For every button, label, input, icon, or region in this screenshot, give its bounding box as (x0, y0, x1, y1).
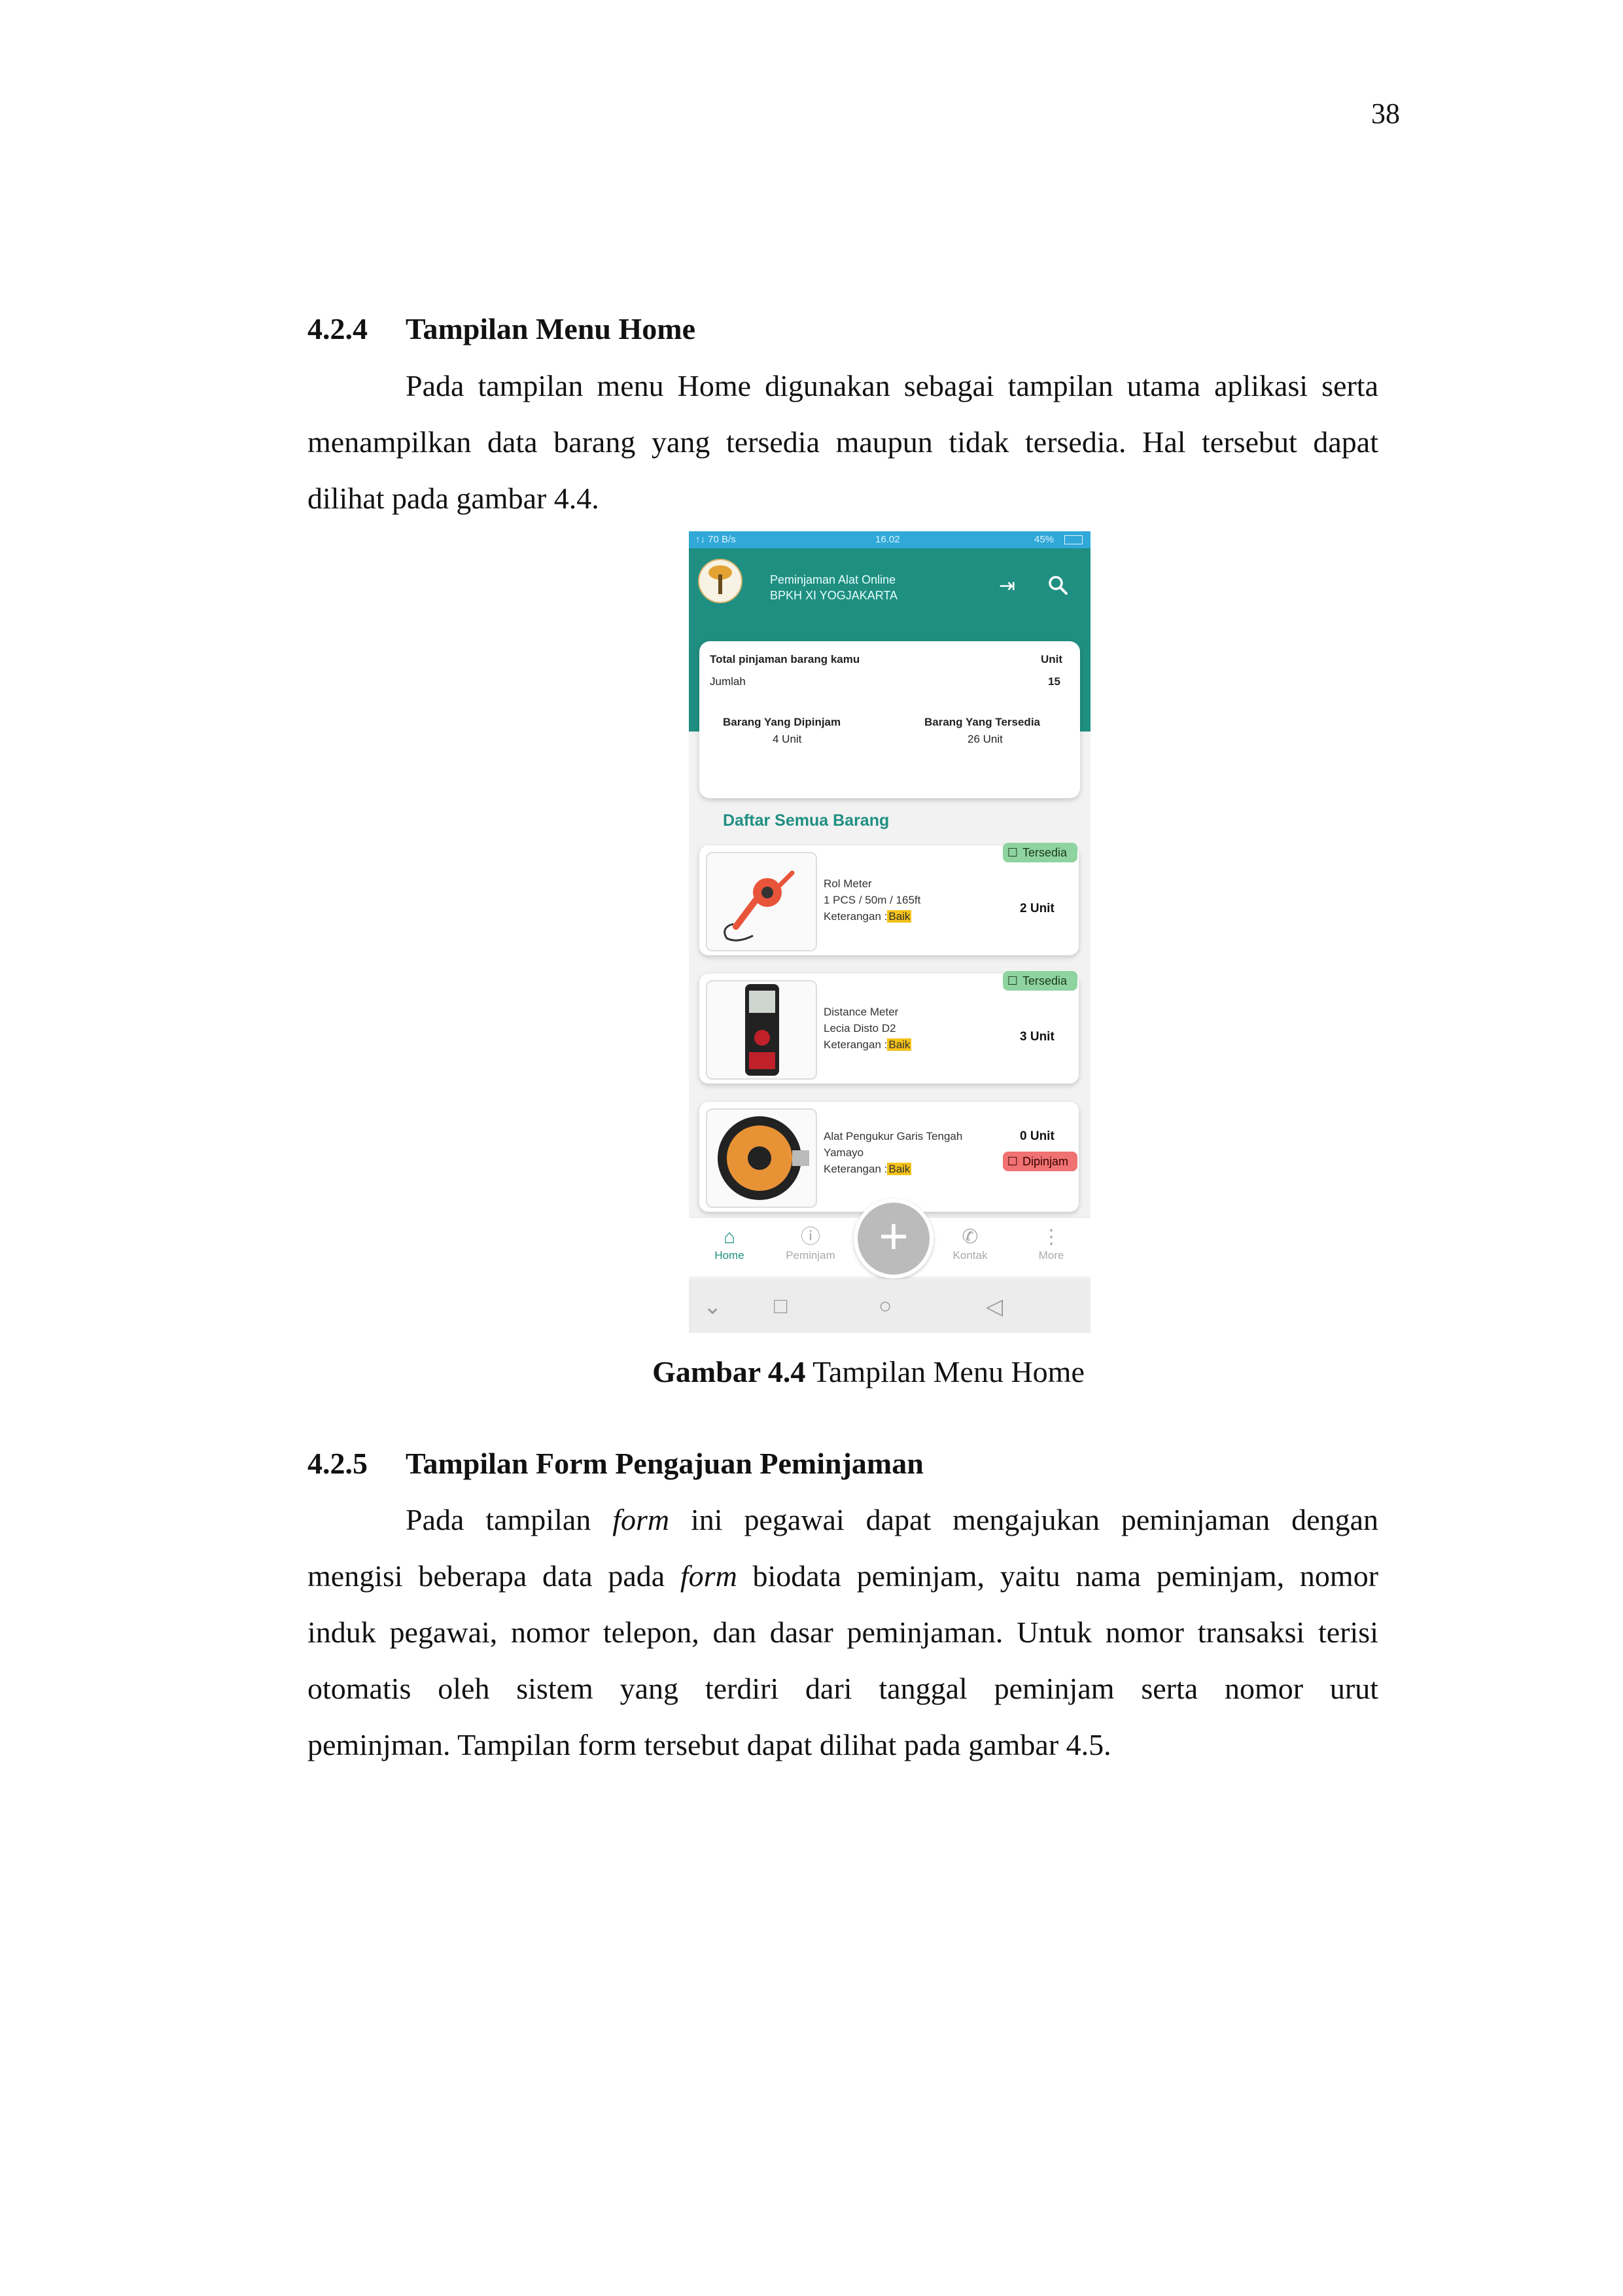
add-button[interactable]: + (854, 1199, 934, 1279)
item-quantity: 3 Unit (1020, 1030, 1055, 1044)
item-quantity: 2 Unit (1020, 902, 1055, 915)
paragraph-line: menampilkan data barang yang tersedia ma… (307, 425, 1378, 459)
bookmark-icon: ☐ (1007, 846, 1019, 859)
section-heading-4-2-4: 4.2.4 Tampilan Menu Home (307, 311, 695, 346)
item-list-title: Daftar Semua Barang (723, 811, 890, 830)
more-icon: ⋮ (1041, 1226, 1061, 1248)
home-icon: ⌂ (723, 1226, 736, 1248)
condition-value: Baik (887, 1163, 912, 1175)
clock: 16.02 (875, 534, 900, 545)
item-card[interactable]: Rol Meter 1 PCS / 50m / 165ft Keterangan… (699, 843, 1079, 955)
nav-label: More (1038, 1249, 1064, 1262)
item-name: Rol Meter (824, 877, 872, 890)
paragraph-line: otomatis oleh sistem yang terdiri dari t… (307, 1672, 1378, 1705)
item-spec: Yamayo (824, 1146, 864, 1159)
item-info: Rol Meter 1 PCS / 50m / 165ft Keterangan… (824, 875, 920, 925)
section-title: Tampilan Menu Home (406, 312, 696, 345)
phone-icon: ✆ (962, 1226, 979, 1248)
nav-more[interactable]: ⋮ More (1019, 1226, 1084, 1262)
status-bar: ↑↓ 70 B/s 16.02 45% (689, 531, 1091, 548)
nav-label: Home (714, 1249, 744, 1262)
caption-label: Gambar 4.4 (652, 1355, 806, 1388)
keterangan-label: Keterangan : (824, 1038, 888, 1051)
chevron-down-icon[interactable]: ⌄ (703, 1294, 722, 1320)
paragraph-4-2-4: Pada tampilan menu Home digunakan sebaga… (307, 358, 1378, 527)
paragraph-line: peminjman. Tampilan form tersebut dapat … (307, 1728, 1111, 1761)
dipinjam-label: Barang Yang Dipinjam (723, 716, 841, 728)
section-title: Tampilan Form Pengajuan Peminjaman (406, 1447, 924, 1480)
status-badge: ☐ Tersedia (1003, 971, 1077, 991)
item-image-distance-meter (706, 980, 817, 1080)
app-title-block: Peminjaman Alat Online BPKH XI YOGJAKART… (770, 572, 898, 603)
paragraph-line: mengisi beberapa data pada form biodata … (307, 1559, 1379, 1593)
condition-value: Baik (887, 910, 912, 923)
info-icon: ⓘ (801, 1226, 820, 1248)
paragraph-4-2-5: Pada tampilan form ini pegawai dapat men… (307, 1492, 1378, 1773)
item-quantity: 0 Unit (1020, 1129, 1055, 1143)
item-info: Alat Pengukur Garis Tengah Yamayo Ketera… (824, 1128, 962, 1177)
battery-level: 45% (1034, 534, 1055, 545)
tersedia-value: 26 Unit (968, 733, 1003, 745)
recents-icon[interactable]: □ (774, 1294, 788, 1319)
item-spec: Lecia Disto D2 (824, 1022, 896, 1034)
item-name: Alat Pengukur Garis Tengah (824, 1130, 963, 1142)
condition-value: Baik (887, 1038, 912, 1051)
nav-peminjam[interactable]: ⓘ Peminjam (778, 1226, 843, 1262)
status-badge: ☐ Tersedia (1003, 843, 1077, 862)
logout-icon[interactable]: ⇥ (999, 574, 1015, 597)
search-icon[interactable] (1047, 574, 1068, 601)
jumlah-value: 15 (1048, 675, 1060, 688)
item-condition: Keterangan : Baik (824, 1036, 912, 1053)
jumlah-label: Jumlah (710, 675, 746, 688)
unit-label: Unit (1041, 653, 1063, 665)
keterangan-label: Keterangan : (824, 1163, 888, 1175)
network-speed: ↑↓ 70 B/s (695, 534, 736, 545)
bookmark-icon: ☐ (1007, 974, 1019, 987)
paragraph-line: dilihat pada gambar 4.4. (307, 482, 599, 515)
section-number: 4.2.4 (307, 312, 368, 345)
item-image-diameter-tape (706, 1108, 817, 1208)
item-name: Distance Meter (824, 1006, 899, 1018)
nav-kontak[interactable]: ✆ Kontak (937, 1226, 1003, 1262)
paragraph-line: Pada tampilan menu Home digunakan sebaga… (406, 369, 1378, 402)
home-circle-icon[interactable]: ○ (879, 1294, 892, 1319)
nav-home[interactable]: ⌂ Home (697, 1226, 762, 1262)
dipinjam-value: 4 Unit (773, 733, 802, 745)
app-title: Peminjaman Alat Online (770, 573, 896, 586)
status-label: Dipinjam (1022, 1155, 1069, 1168)
nav-label: Kontak (952, 1249, 988, 1262)
total-label: Total pinjaman barang kamu (710, 653, 860, 665)
page-number: 38 (1371, 97, 1400, 130)
status-label: Tersedia (1022, 974, 1068, 987)
system-nav-bar: ⌄ □ ○ ◁ (689, 1279, 1091, 1333)
caption-text: Tampilan Menu Home (812, 1355, 1085, 1388)
figure-phone-screenshot: ↑↓ 70 B/s 16.02 45% Peminjaman Alat Onli… (689, 531, 1091, 1333)
app-subtitle: BPKH XI YOGJAKARTA (770, 589, 898, 602)
item-condition: Keterangan : Baik (824, 1161, 962, 1177)
tersedia-label: Barang Yang Tersedia (924, 716, 1040, 728)
nav-label: Peminjam (786, 1249, 835, 1262)
paragraph-line: Pada tampilan form ini pegawai dapat men… (406, 1503, 1379, 1536)
agency-logo (698, 559, 742, 603)
item-card[interactable]: Alat Pengukur Garis Tengah Yamayo Ketera… (699, 1102, 1079, 1212)
status-label: Tersedia (1022, 846, 1068, 859)
section-heading-4-2-5: 4.2.5 Tampilan Form Pengajuan Peminjaman (307, 1446, 924, 1481)
keterangan-label: Keterangan : (824, 910, 888, 923)
bookmark-icon: ☐ (1007, 1155, 1019, 1168)
status-badge: ☐ Dipinjam (1003, 1152, 1077, 1171)
battery-icon (1064, 535, 1083, 544)
item-info: Distance Meter Lecia Disto D2 Keterangan… (824, 1004, 912, 1053)
item-spec: 1 PCS / 50m / 165ft (824, 894, 921, 906)
item-card[interactable]: Distance Meter Lecia Disto D2 Keterangan… (699, 971, 1079, 1084)
loan-summary-card: Total pinjaman barang kamu Unit Jumlah 1… (699, 641, 1080, 798)
item-image-tape-measure (706, 852, 817, 951)
section-number: 4.2.5 (307, 1447, 368, 1480)
back-icon[interactable]: ◁ (986, 1294, 1003, 1320)
paragraph-line: induk pegawai, nomor telepon, dan dasar … (307, 1616, 1378, 1649)
item-condition: Keterangan : Baik (824, 908, 920, 925)
figure-caption: Gambar 4.4 Tampilan Menu Home (0, 1354, 1623, 1389)
